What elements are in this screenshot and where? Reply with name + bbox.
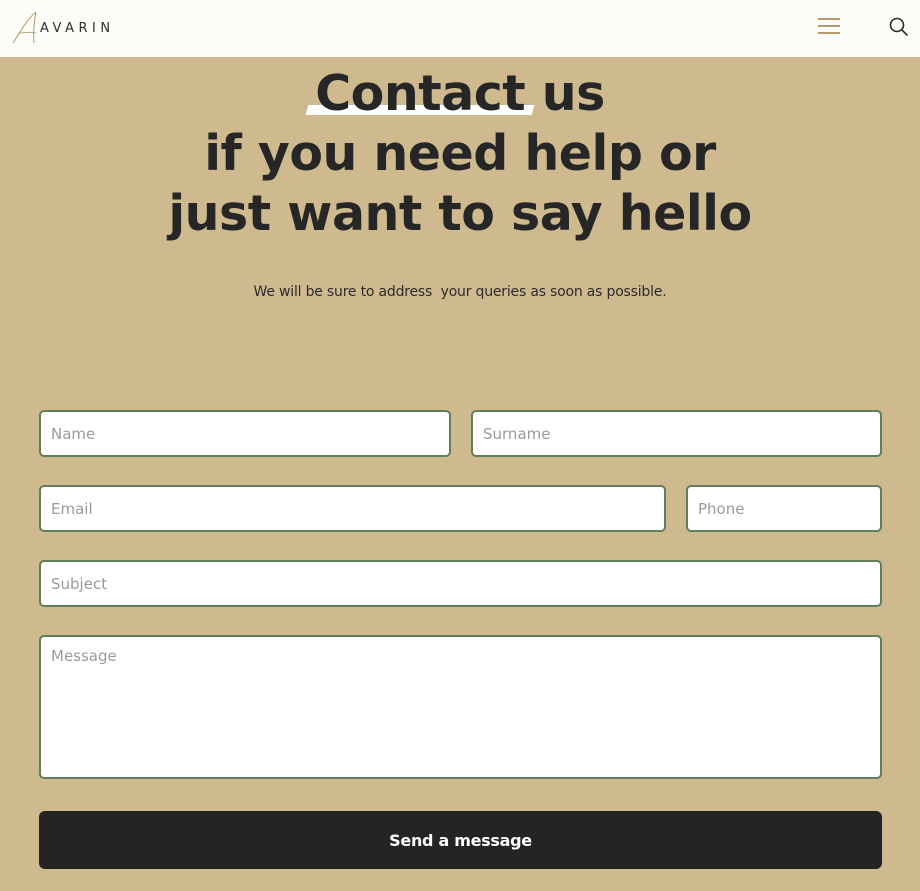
page-title: Contact us if you need help or just want… [0,64,920,244]
surname-input[interactable] [471,410,882,457]
name-input[interactable] [39,410,451,457]
search-icon[interactable] [886,14,910,38]
title-highlight: Contact [315,65,526,122]
page-subtitle: We will be sure to address your queries … [253,284,667,300]
message-textarea[interactable] [39,635,882,779]
email-input[interactable] [39,485,666,532]
phone-input[interactable] [686,485,882,532]
title-line-3: just want to say hello [168,185,752,242]
title-line-1: Contact us [0,64,920,124]
site-header: AVARIN [0,0,920,57]
subject-input[interactable] [39,560,882,607]
send-message-button[interactable]: Send a message [39,811,882,869]
logo-text: AVARIN [40,21,115,36]
hamburger-menu-icon[interactable] [816,16,842,36]
logo-mark-icon [12,11,37,44]
title-line-1-rest: us [525,65,606,122]
logo[interactable]: AVARIN [12,10,112,46]
title-line-2: if you need help or [204,125,716,182]
